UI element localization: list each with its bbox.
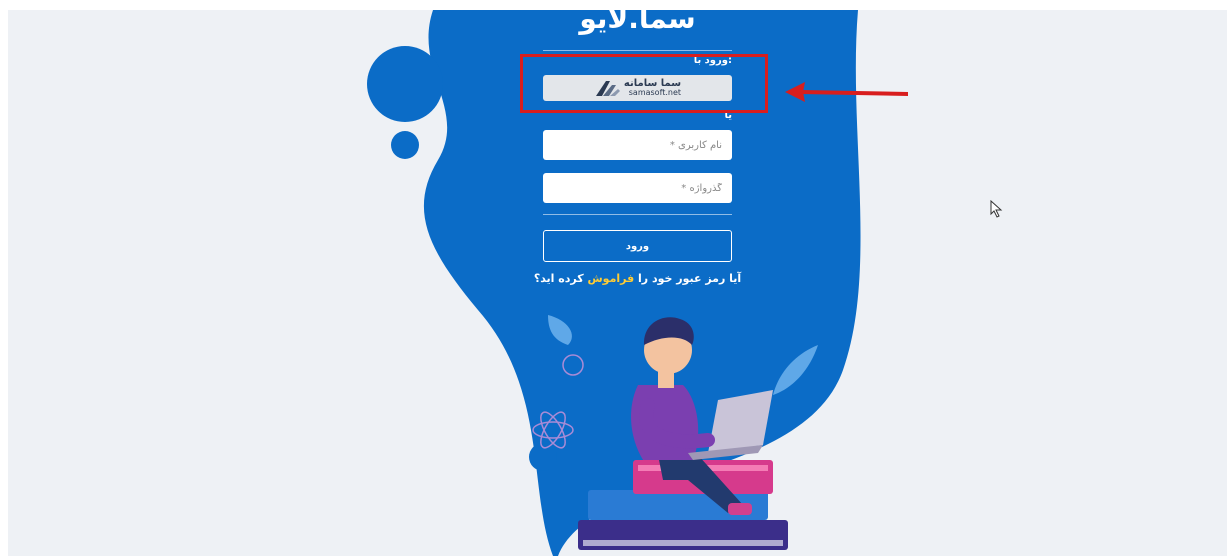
atom-doodle [532, 411, 574, 449]
person-shoe [728, 503, 752, 515]
login-page: سما.لایو ورود با: سما سامانه samasoft.ne… [8, 10, 1227, 556]
login-button[interactable]: ورود [543, 230, 732, 262]
small-bubble [391, 131, 419, 159]
site-logo: سما.لایو [579, 10, 696, 35]
username-input[interactable] [543, 130, 732, 160]
forgot-password-text: آیا رمز عبور خود را فراموش کرده اید؟ [533, 272, 742, 285]
red-arrow-annotation [785, 82, 908, 102]
big-bubble [367, 46, 443, 122]
mouse-cursor-icon [990, 200, 1003, 218]
leaf-right [773, 345, 818, 395]
password-input[interactable] [543, 173, 732, 203]
divider-top [543, 50, 732, 51]
gear-doodle [562, 354, 584, 376]
highlight-annotation-box [520, 54, 768, 113]
divider-bottom [543, 214, 732, 215]
laptop-screen [708, 390, 773, 453]
student-with-laptop-illustration [532, 315, 818, 550]
forgot-password-link[interactable]: فراموش [588, 272, 635, 285]
leaf-left [548, 315, 572, 345]
